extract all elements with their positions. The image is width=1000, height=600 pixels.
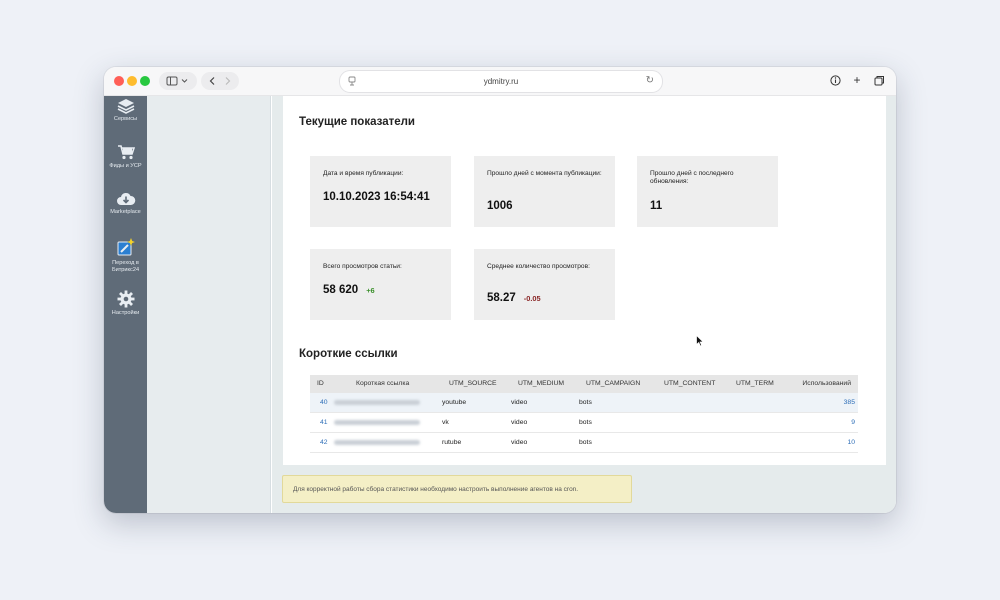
cell-utm-medium: video [511,399,528,406]
menu-item-label: Фиды и УСР [109,163,142,169]
menu-item-services[interactable]: Сервисы [104,98,147,123]
menu-item-feeds[interactable]: Фиды и УСР [104,143,147,170]
table-header: ID Короткая ссылка UTM_SOURCE UTM_MEDIUM… [310,375,858,393]
back-icon[interactable] [209,77,215,85]
sidebar-toggle-button[interactable] [159,72,197,90]
row-id-link[interactable]: 40 [320,399,328,406]
layers-icon [117,99,134,114]
cell-utm-campaign: bots [579,419,592,426]
metric-card-total-views: Всего просмотров статьи: 58 620 +6 [310,249,451,320]
metric-card-days-since-publication: Прошло дней с момента публикации: 1006 [474,156,615,227]
metric-label: Дата и время публикации: [323,170,404,177]
short-links-title: Короткие ссылки [299,348,398,360]
column-header-short-link[interactable]: Короткая ссылка [356,380,409,387]
row-id-link[interactable]: 41 [320,419,328,426]
reload-icon[interactable]: ↻ [646,75,654,86]
column-header-uses[interactable]: Использований [802,380,851,387]
sparkle-pencil-icon [117,238,135,256]
menu-item-bitrix24[interactable]: Переход в Битрикс24 [104,238,147,273]
metric-value: 1006 [487,200,513,212]
menu-item-marketplace[interactable]: Marketplace [104,191,147,216]
metric-delta-positive: +6 [366,286,375,295]
metric-label: Прошло дней с момента публикации: [487,170,602,177]
metric-value: 58.27 [487,292,516,304]
browser-window: ydmitry.ru ↻ + Сервисы Фиды и УСР Market… [104,67,896,513]
notice-text: Для корректной работы сбора статистики н… [293,486,579,493]
cell-utm-campaign: bots [579,399,592,406]
column-header-utm-term[interactable]: UTM_TERM [736,380,774,387]
browser-titlebar: ydmitry.ru ↻ + [104,67,896,96]
url-text: ydmitry.ru [483,77,519,86]
metric-value: 58 620 [323,284,359,296]
metric-label: Прошло дней с последнего обновления: [650,170,734,185]
metric-value: 11 [650,200,663,212]
cell-uses-link[interactable]: 9 [851,419,855,426]
metric-delta-negative: -0.05 [523,294,541,303]
sidebar-icon [166,76,188,86]
cell-uses-link[interactable]: 385 [844,399,855,406]
close-window-button[interactable] [114,76,124,86]
short-link-redacted[interactable] [334,400,420,405]
cell-uses-link[interactable]: 10 [847,439,855,446]
history-navigation [201,72,239,90]
metric-label: Среднее количество просмотров: [487,263,590,270]
mouse-cursor-icon [696,335,704,347]
cron-warning-notice: Для корректной работы сбора статистики н… [282,475,632,503]
metric-card-days-since-update: Прошло дней с последнего обновления: 11 [637,156,778,227]
short-link-redacted[interactable] [334,420,420,425]
cloud-download-icon [116,192,135,205]
metric-value-row: 58 620 +6 [323,284,375,296]
tab-overview-icon[interactable] [872,73,886,87]
address-bar[interactable]: ydmitry.ru ↻ [340,71,662,92]
metric-card-published: Дата и время публикации: 10.10.2023 16:5… [310,156,451,227]
toolbar-right: + [828,73,886,87]
cell-utm-source: youtube [442,399,467,406]
cell-utm-source: rutube [442,439,462,446]
menu-item-label: Сервисы [113,116,138,122]
minimize-window-button[interactable] [127,76,137,86]
cell-utm-campaign: bots [579,439,592,446]
current-metrics-title: Текущие показатели [299,116,415,128]
menu-item-label: Переход в Битрикс24 [111,260,140,273]
cell-utm-source: vk [442,419,449,426]
page-settings-icon[interactable] [348,76,356,86]
column-header-utm-content[interactable]: UTM_CONTENT [664,380,715,387]
metric-value: 10.10.2023 16:54:41 [323,191,430,203]
column-header-id[interactable]: ID [317,380,324,387]
column-header-utm-medium[interactable]: UTM_MEDIUM [518,380,564,387]
column-header-utm-campaign[interactable]: UTM_CAMPAIGN [586,380,640,387]
maximize-window-button[interactable] [140,76,150,86]
table-row[interactable]: 40 youtube video bots 385 [310,393,858,413]
metric-label: Всего просмотров статьи: [323,263,402,270]
column-header-utm-source[interactable]: UTM_SOURCE [449,380,497,387]
menu-item-label: Настройки [111,310,140,316]
cell-utm-medium: video [511,419,528,426]
forward-icon[interactable] [225,77,231,85]
menu-item-label: Marketplace [110,209,141,215]
gear-icon [117,290,134,308]
metric-card-average-views: Среднее количество просмотров: 58.27 -0.0… [474,249,615,320]
cart-icon [117,145,135,160]
new-tab-icon[interactable]: + [850,73,864,87]
short-links-table: ID Короткая ссылка UTM_SOURCE UTM_MEDIUM… [310,375,858,453]
table-row[interactable]: 42 rutube video bots 10 [310,433,858,453]
admin-left-menu: Сервисы Фиды и УСР Marketplace Переход в… [104,96,147,513]
menu-item-settings[interactable]: Настройки [104,290,147,317]
short-link-redacted[interactable] [334,440,420,445]
secondary-menu-pane [147,96,271,513]
metric-value-row: 58.27 -0.05 [487,292,541,304]
cell-utm-medium: video [511,439,528,446]
row-id-link[interactable]: 42 [320,439,328,446]
table-row[interactable]: 41 vk video bots 9 [310,413,858,433]
privacy-report-icon[interactable] [828,73,842,87]
main-content: Текущие показатели Дата и время публикац… [283,96,886,465]
